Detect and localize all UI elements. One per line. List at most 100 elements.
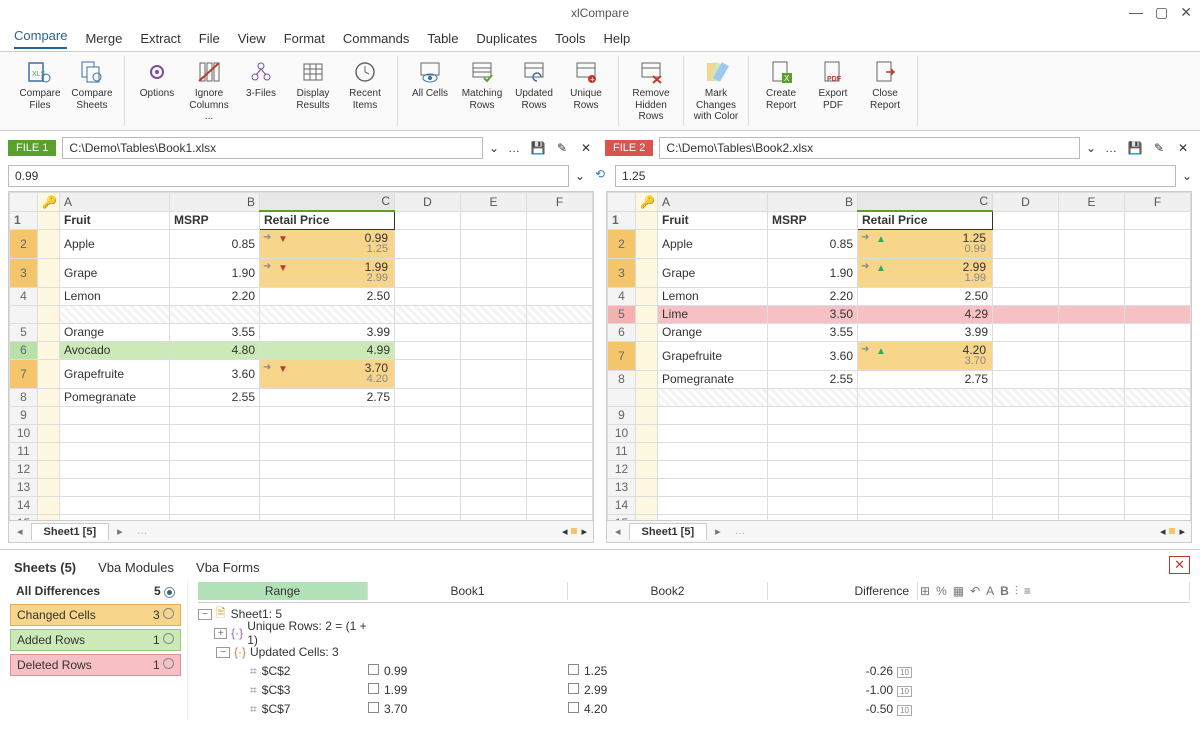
ribbon-compare[interactable]: Compare Sheets (66, 56, 118, 126)
radio-deleted[interactable] (163, 658, 174, 669)
row-header-2[interactable]: 2 (10, 229, 38, 258)
checkbox-b2[interactable] (568, 664, 579, 675)
file2-save-icon[interactable]: 💾 (1126, 139, 1144, 157)
col-header-C[interactable]: C (260, 192, 395, 211)
cell-a8[interactable]: Pomegranate (60, 388, 170, 406)
sheet-nav-right-r[interactable]: ▸ (707, 525, 729, 538)
tool-undo-icon[interactable]: ↶ (970, 584, 980, 599)
cell-a6[interactable]: Avocado (60, 341, 170, 359)
ribbon-unique[interactable]: +Unique Rows (560, 56, 612, 126)
menu-help[interactable]: Help (603, 31, 630, 46)
sheet-nav-left-r[interactable]: ◂ (607, 525, 629, 538)
tab-vba-forms[interactable]: Vba Forms (196, 560, 260, 575)
file2-path[interactable]: C:\Demo\Tables\Book2.xlsx (659, 137, 1080, 159)
cell-a5[interactable]: Lime (658, 305, 768, 323)
col-header-F[interactable]: F (1125, 192, 1191, 211)
radio-added[interactable] (163, 633, 174, 644)
ribbon-close[interactable]: Close Report (859, 56, 911, 126)
ribbon-export[interactable]: PDFExport PDF (807, 56, 859, 126)
col-header-D[interactable]: D (395, 192, 461, 211)
radio-all[interactable] (164, 587, 175, 598)
file1-edit-icon[interactable]: ✎ (553, 139, 571, 157)
col-header-C[interactable]: C (858, 192, 993, 211)
file2-close-icon[interactable]: ✕ (1174, 139, 1192, 157)
checkbox-b2[interactable] (568, 702, 579, 713)
checkbox-b1[interactable] (368, 683, 379, 694)
cell-a3[interactable]: Grape (658, 258, 768, 287)
tool-table-icon[interactable]: ▦ (953, 584, 964, 599)
tool-font-icon[interactable]: A (986, 584, 994, 599)
ribbon-mark-changes[interactable]: Mark Changes with Color (690, 56, 742, 126)
cell-b7[interactable]: 3.60 (170, 359, 260, 388)
cell-a2[interactable]: Apple (60, 229, 170, 258)
formula-expand-right-icon[interactable]: ⌄ (1182, 169, 1192, 183)
ribbon-matching[interactable]: Matching Rows (456, 56, 508, 126)
cell-c4[interactable]: 2.50 (260, 287, 395, 305)
diffcol-range[interactable]: Range (198, 582, 368, 600)
col-header-B[interactable]: B (768, 192, 858, 211)
file1-dropdown-icon[interactable]: ⌄ (489, 141, 499, 155)
ribbon-ignore[interactable]: Ignore Columns ... (183, 56, 235, 126)
col-header-A[interactable]: A (658, 192, 768, 211)
row-header-5[interactable]: 5 (10, 323, 38, 341)
cell-c6[interactable]: 3.99 (858, 323, 993, 341)
tree-cell-$C$7[interactable]: ⌗$C$7 3.70 4.20 -0.5010 (198, 700, 1190, 719)
file2-more-button[interactable]: … (1102, 139, 1120, 157)
cell-a8[interactable]: Pomegranate (658, 370, 768, 388)
sync-scroll-icon[interactable]: ⟲ (595, 167, 605, 181)
col-header-A[interactable]: A (60, 192, 170, 211)
col-header-E[interactable]: E (461, 192, 527, 211)
formula-bar-right[interactable]: 1.25 (615, 165, 1176, 187)
ribbon-all-cells[interactable]: All Cells (404, 56, 456, 126)
maximize-button[interactable]: ▢ (1155, 4, 1168, 21)
row-header-6[interactable]: 6 (10, 341, 38, 359)
file1-path[interactable]: C:\Demo\Tables\Book1.xlsx (62, 137, 483, 159)
cell-b8[interactable]: 2.55 (170, 388, 260, 406)
checkbox-b1[interactable] (368, 664, 379, 675)
checkbox-b1[interactable] (368, 702, 379, 713)
cell-a2[interactable]: Apple (658, 229, 768, 258)
diffcol-difference[interactable]: Difference (768, 582, 918, 600)
cell-b2[interactable]: 0.85 (768, 229, 858, 258)
cell-c8[interactable]: 2.75 (260, 388, 395, 406)
col-header-D[interactable]: D (993, 192, 1059, 211)
cell-c5[interactable]: 3.99 (260, 323, 395, 341)
menu-commands[interactable]: Commands (343, 31, 409, 46)
col-header-B[interactable]: B (170, 192, 260, 211)
formula-bar-left[interactable]: 0.99 (8, 165, 569, 187)
file1-save-icon[interactable]: 💾 (529, 139, 547, 157)
cell-c2[interactable]: ➜▲1.250.99 (858, 229, 993, 258)
row-header-6[interactable]: 6 (608, 323, 636, 341)
diffcol-book1[interactable]: Book1 (368, 582, 568, 600)
tree-cell-$C$2[interactable]: ⌗$C$2 0.99 1.25 -0.2610 (198, 662, 1190, 681)
cell-c2[interactable]: ➜▼0.991.25 (260, 229, 395, 258)
tool-bold-icon[interactable]: B (1000, 584, 1009, 599)
sheet-nav-right[interactable]: ▸ (109, 525, 131, 538)
cell-a7[interactable]: Grapefruite (60, 359, 170, 388)
cell-c4[interactable]: 2.50 (858, 287, 993, 305)
cell-c6[interactable]: 4.99 (260, 341, 395, 359)
cell-c7[interactable]: ➜▲4.203.70 (858, 341, 993, 370)
menu-compare[interactable]: Compare (14, 28, 67, 49)
menu-duplicates[interactable]: Duplicates (476, 31, 537, 46)
row-header-4[interactable]: 4 (10, 287, 38, 305)
cell-b7[interactable]: 3.60 (768, 341, 858, 370)
cell-a7[interactable]: Grapefruite (658, 341, 768, 370)
tool-more-icon[interactable]: ≡ (1024, 584, 1031, 599)
cell-b2[interactable]: 0.85 (170, 229, 260, 258)
tree-unique-node[interactable]: +{·}Unique Rows: 2 = (1 + 1) (198, 624, 1190, 643)
cell-b4[interactable]: 2.20 (170, 287, 260, 305)
filter-added[interactable]: Added Rows 1 (10, 629, 181, 651)
cell-c5[interactable]: 4.29 (858, 305, 993, 323)
sheet-tab-right[interactable]: Sheet1 [5] (629, 523, 708, 540)
formula-expand-left-icon[interactable]: ⌄ (575, 169, 585, 183)
row-header-8[interactable]: 8 (608, 370, 636, 388)
ribbon-compare[interactable]: XLSCompare Files (14, 56, 66, 126)
menu-merge[interactable]: Merge (85, 31, 122, 46)
menu-tools[interactable]: Tools (555, 31, 585, 46)
cell-c7[interactable]: ➜▼3.704.20 (260, 359, 395, 388)
col-header-F[interactable]: F (527, 192, 593, 211)
tree-updated-node[interactable]: −{·}Updated Cells: 3 (198, 643, 1190, 662)
checkbox-b2[interactable] (568, 683, 579, 694)
tree-cell-$C$3[interactable]: ⌗$C$3 1.99 2.99 -1.0010 (198, 681, 1190, 700)
